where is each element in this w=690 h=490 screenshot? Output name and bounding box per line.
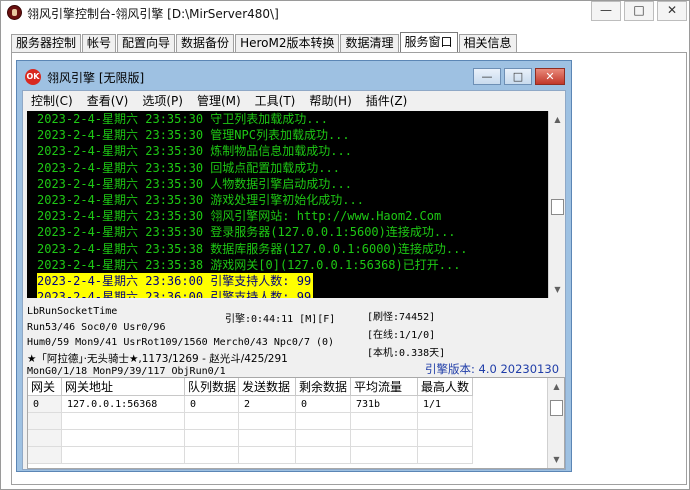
engine-maximize-button[interactable]: □ xyxy=(504,68,532,85)
log-line: 2023-2-4-星期六 23:35:30 人物数据引擎启动成功... xyxy=(37,176,352,191)
engine-version: 引擎版本: 4.0 20230130 xyxy=(425,362,560,376)
table-row-empty xyxy=(28,430,473,447)
top-player-info: ★「阿拉德」·无头骑士★,1173/1269 - 赵光斗/425/291 xyxy=(27,353,288,365)
scroll-up-icon[interactable]: ▲ xyxy=(548,378,564,395)
scroll-down-icon[interactable]: ▼ xyxy=(549,281,565,298)
log-line: 2023-2-4-星期六 23:35:30 管理NPC列表加载成功... xyxy=(37,128,350,143)
log-line-highlighted: 2023-2-4-星期六 23:36:00 引擎支持人数: 99 xyxy=(37,289,313,298)
table-row-empty xyxy=(28,447,473,464)
engine-client-area: 控制(C) 查看(V) 选项(P) 管理(M) 工具(T) 帮助(H) 插件(Z… xyxy=(22,90,566,470)
table-cell: 731b xyxy=(351,396,418,413)
app-logo-icon xyxy=(7,5,22,20)
log-console[interactable]: 2023-2-4-星期六 23:35:30 守卫列表加载成功... 2023-2… xyxy=(27,111,565,298)
main-window: 翎风引擎控制台-翎风引擎 [D:\MirServer480\] — □ ✕ 服务… xyxy=(0,0,690,490)
col-gateway[interactable]: 网关 xyxy=(28,378,62,396)
console-scrollbar[interactable]: ▲ ▼ xyxy=(548,111,565,298)
col-queue-data[interactable]: 队列数据 xyxy=(185,378,239,396)
scroll-thumb[interactable] xyxy=(551,199,564,215)
tab-data-cleanup[interactable]: 数据清理 xyxy=(340,34,399,52)
log-line: 2023-2-4-星期六 23:35:30 回城点配置加载成功... xyxy=(37,160,340,175)
title-bar[interactable]: 翎风引擎控制台-翎风引擎 [D:\MirServer480\] — □ ✕ xyxy=(1,1,689,25)
log-line: 2023-2-4-星期六 23:35:38 游戏网关[0](127.0.0.1:… xyxy=(37,257,461,272)
table-cell: 127.0.0.1:56368 xyxy=(62,396,185,413)
window-title: 翎风引擎控制台-翎风引擎 [D:\MirServer480\] xyxy=(27,7,279,21)
col-max-users[interactable]: 最高人数 xyxy=(418,378,473,396)
close-button[interactable]: ✕ xyxy=(657,1,687,21)
tab-strip: 服务器控制 帐号 配置向导 数据备份 HeroM2版本转换 数据清理 服务窗口 … xyxy=(11,32,518,53)
tab-service-window[interactable]: 服务窗口 xyxy=(399,32,458,53)
menu-bar: 控制(C) 查看(V) 选项(P) 管理(M) 工具(T) 帮助(H) 插件(Z… xyxy=(23,91,565,111)
log-line: 2023-2-4-星期六 23:35:30 登录服务器(127.0.0.1:56… xyxy=(37,225,456,240)
log-line: 2023-2-4-星期六 23:35:30 翎风引擎网站: http://www… xyxy=(37,209,442,224)
engine-window: OK 翎风引擎 [无限版] — □ ✕ 控制(C) 查看(V) 选项(P) 管理… xyxy=(16,60,572,472)
tab-data-backup[interactable]: 数据备份 xyxy=(176,34,235,52)
log-line: 2023-2-4-星期六 23:35:30 炼制物品信息加载成功... xyxy=(37,144,352,159)
table-cell: 0 xyxy=(28,396,62,413)
table-cell: 1/1 xyxy=(418,396,473,413)
tab-account[interactable]: 帐号 xyxy=(82,34,117,52)
col-avg-traffic[interactable]: 平均流量 xyxy=(351,378,418,396)
menu-plugins[interactable]: 插件(Z) xyxy=(366,91,408,111)
engine-uptime: 引擎:0:44:11 [M][F] xyxy=(225,314,336,325)
tab-herom2-convert[interactable]: HeroM2版本转换 xyxy=(235,34,340,52)
tab-server-control[interactable]: 服务器控制 xyxy=(11,34,82,52)
table-cell: 0 xyxy=(296,396,351,413)
monster-stats: MonG0/1/18 MonP9/39/117 ObjRun0/1 xyxy=(27,366,226,377)
menu-options[interactable]: 选项(P) xyxy=(142,91,183,111)
engine-title-bar[interactable]: OK 翎风引擎 [无限版] — □ ✕ xyxy=(17,61,571,91)
col-sent-data[interactable]: 发送数据 xyxy=(239,378,296,396)
minimize-button[interactable]: — xyxy=(591,1,621,21)
engine-logo-icon: OK xyxy=(25,69,41,85)
col-gateway-address[interactable]: 网关地址 xyxy=(62,378,185,396)
monster-refresh-count: [刷怪:74452] xyxy=(367,312,436,323)
menu-control[interactable]: 控制(C) xyxy=(31,91,73,111)
menu-manage[interactable]: 管理(M) xyxy=(197,91,241,111)
col-remaining-data[interactable]: 剩余数据 xyxy=(296,378,351,396)
scroll-down-icon[interactable]: ▼ xyxy=(548,451,564,468)
log-line-highlighted: 2023-2-4-星期六 23:36:00 引擎支持人数: 99 xyxy=(37,272,313,290)
scroll-up-icon[interactable]: ▲ xyxy=(549,111,565,128)
engine-minimize-button[interactable]: — xyxy=(473,68,501,85)
table-cell: 0 xyxy=(185,396,239,413)
tab-config-wizard[interactable]: 配置向导 xyxy=(117,34,176,52)
engine-window-title: 翎风引擎 [无限版] xyxy=(47,71,145,85)
engine-close-button[interactable]: ✕ xyxy=(535,68,565,85)
table-header: 网关 网关地址 队列数据 发送数据 剩余数据 平均流量 最高人数 xyxy=(28,378,473,396)
table-scrollbar[interactable]: ▲ ▼ xyxy=(547,378,564,468)
table-row[interactable]: 0 127.0.0.1:56368 0 2 0 731b 1/1 xyxy=(28,396,473,413)
hum-stats: Hum0/59 Mon9/41 UsrRot109/1560 Merch0/43… xyxy=(27,337,335,348)
maximize-button[interactable]: □ xyxy=(624,1,654,21)
log-line: 2023-2-4-星期六 23:35:38 数据库服务器(127.0.0.1:6… xyxy=(37,241,468,256)
menu-view[interactable]: 查看(V) xyxy=(87,91,129,111)
online-count: [在线:1/1/0] xyxy=(367,330,436,341)
socket-time-label: LbRunSocketTime xyxy=(27,306,118,317)
table-cell: 2 xyxy=(239,396,296,413)
local-runtime: [本机:0.338天] xyxy=(367,348,446,359)
menu-help[interactable]: 帮助(H) xyxy=(309,91,351,111)
run-stats: Run53/46 Soc0/0 Usr0/96 xyxy=(27,322,166,333)
log-line: 2023-2-4-星期六 23:35:30 守卫列表加载成功... xyxy=(37,112,328,126)
gateway-table: 网关 网关地址 队列数据 发送数据 剩余数据 平均流量 最高人数 0 127.0… xyxy=(27,377,565,469)
menu-tools[interactable]: 工具(T) xyxy=(255,91,296,111)
log-line: 2023-2-4-星期六 23:35:30 游戏处理引擎初始化成功... xyxy=(37,192,364,207)
table-row-empty xyxy=(28,413,473,430)
scroll-thumb[interactable] xyxy=(550,400,563,416)
tab-related-info[interactable]: 相关信息 xyxy=(458,34,517,52)
